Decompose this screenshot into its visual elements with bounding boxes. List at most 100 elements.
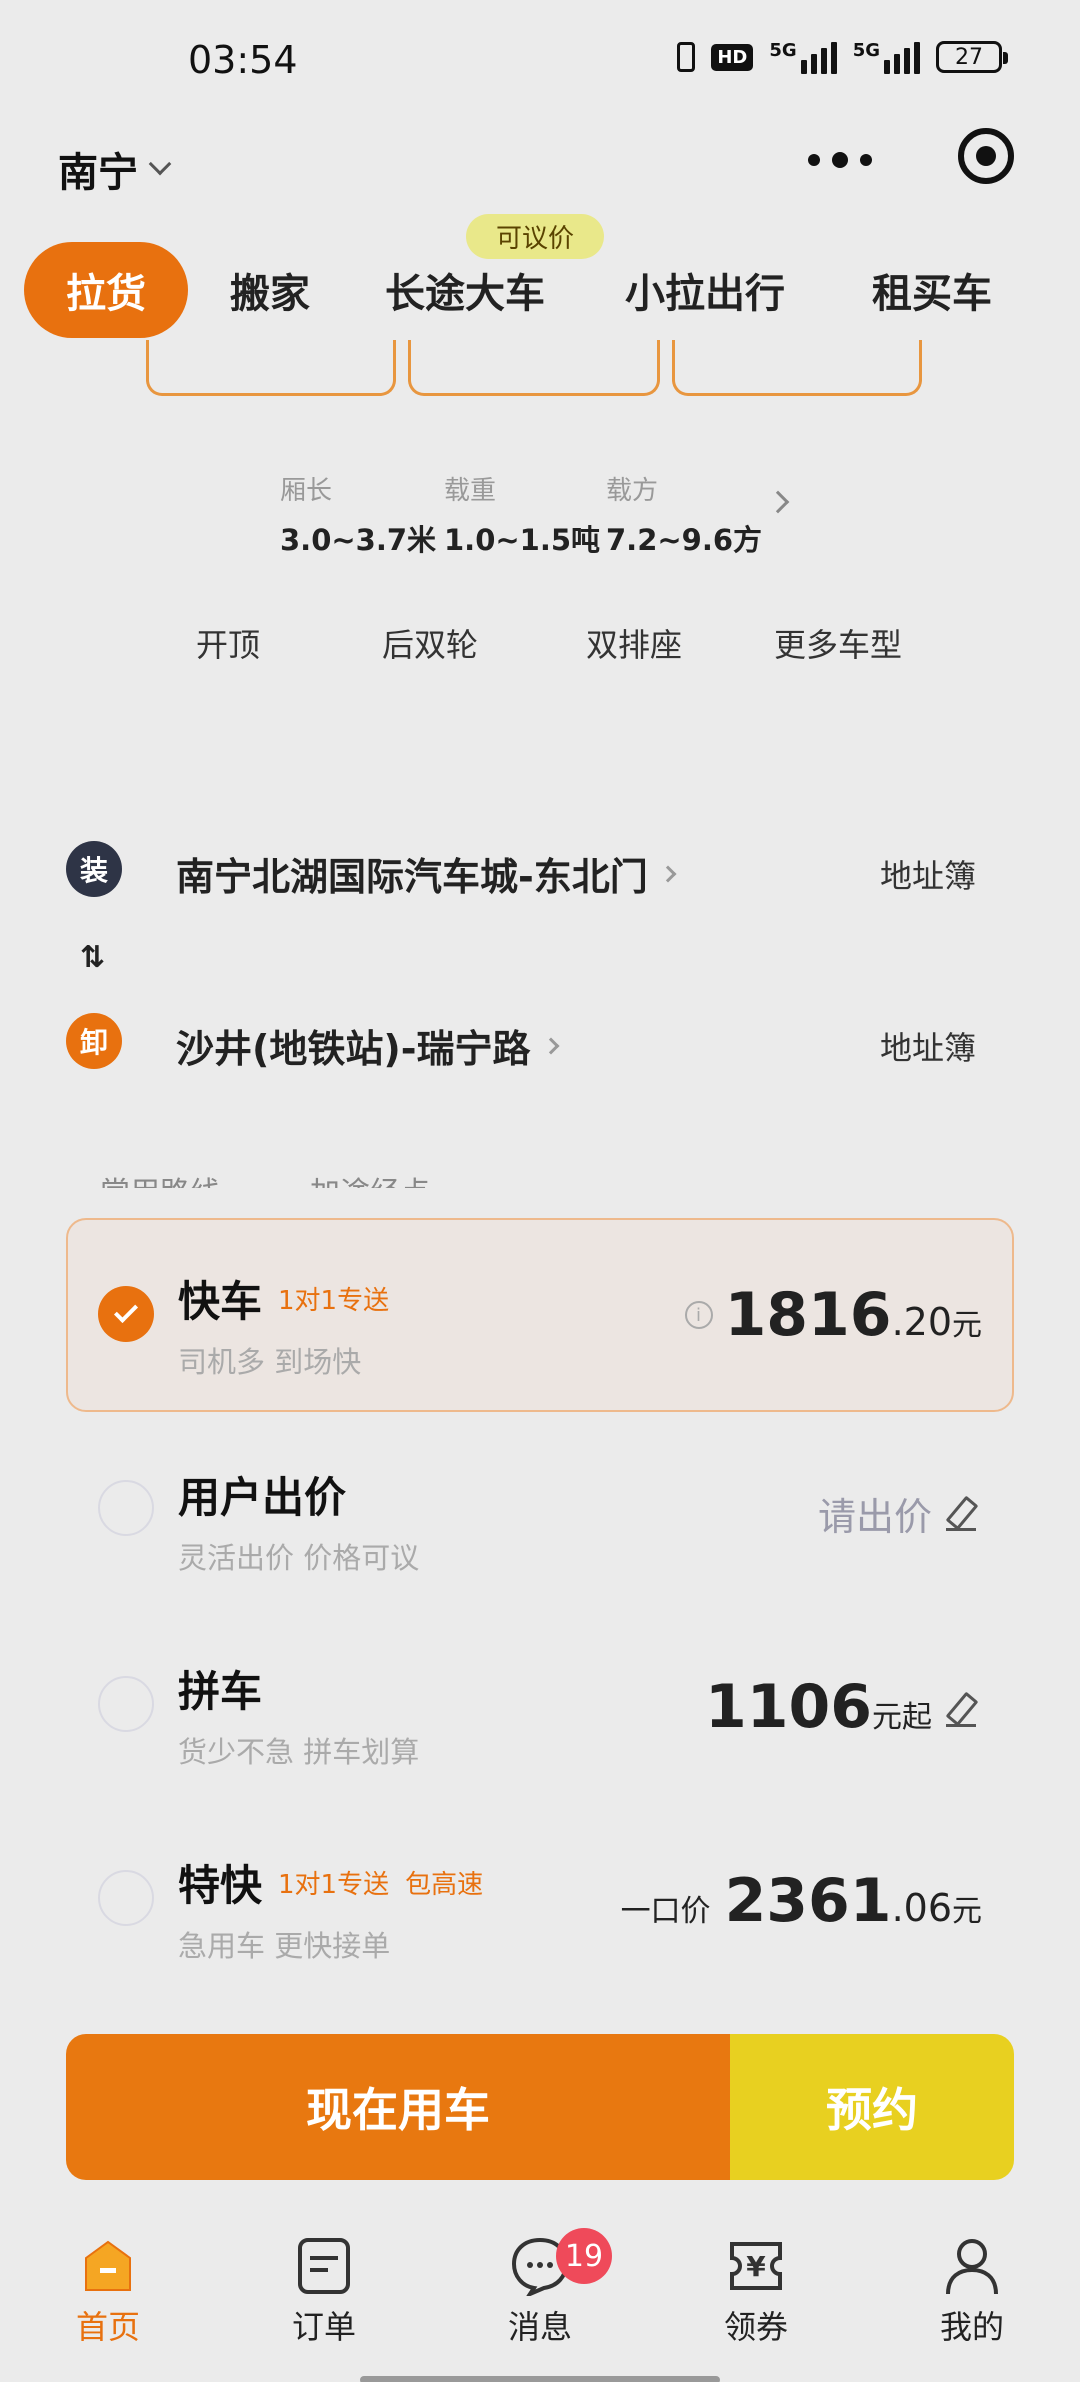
- feature-more-models[interactable]: 更多车型: [774, 620, 902, 666]
- option-super-express-info[interactable]: 特快 1对1专送 包高速 急用车 更快接单: [178, 1852, 483, 1965]
- use-now-button[interactable]: 现在用车: [66, 2034, 730, 2180]
- nav-orders[interactable]: 订单: [254, 2236, 394, 2348]
- hd-icon: HD: [711, 43, 754, 71]
- option-subtitle: 货少不急 拼车划算: [178, 1735, 420, 1769]
- option-subtitle: 司机多 到场快: [178, 1345, 362, 1379]
- route-options-row[interactable]: 常用路线 加途经点: [100, 1168, 430, 1188]
- price-int: 1816: [724, 1280, 892, 1350]
- nav-home[interactable]: 首页: [38, 2236, 178, 2348]
- option-tag: 包高速: [405, 1870, 484, 1900]
- load-address[interactable]: 南宁北湖国际汽车城-东北门: [176, 846, 677, 901]
- nav-label: 消息: [507, 2308, 572, 2346]
- spec-length: 厢长 3.0~3.7米: [280, 470, 436, 559]
- edit-icon: [946, 1693, 976, 1727]
- bargain-tag: 可议价: [466, 214, 605, 259]
- order-icon: [294, 2236, 354, 2296]
- option-title: 用户出价: [178, 1473, 347, 1522]
- chevron-right-icon: [659, 865, 677, 882]
- signal-icon: 5G: [769, 40, 837, 74]
- option-subtitle: 灵活出价 价格可议: [178, 1541, 420, 1575]
- spec-value: 1.0~1.5吨: [444, 523, 601, 557]
- address-book-unload[interactable]: 地址簿: [880, 1023, 976, 1069]
- feature-open-top[interactable]: 开顶: [196, 620, 260, 666]
- option-tag: 1对1专送: [278, 1870, 390, 1900]
- price-unit: 元起: [872, 1700, 932, 1735]
- nav-label: 我的: [939, 2308, 1004, 2346]
- chevron-down-icon: [148, 152, 172, 176]
- option-carpool-info[interactable]: 拼车 货少不急 拼车划算: [178, 1658, 419, 1771]
- bid-action-label: 请出价: [817, 1495, 932, 1539]
- city-label: 南宁: [58, 150, 138, 196]
- address-book-load[interactable]: 地址簿: [880, 851, 976, 897]
- option-title: 拼车: [178, 1667, 263, 1716]
- spec-label: 厢长: [280, 476, 333, 506]
- chevron-right-icon: [542, 1037, 560, 1054]
- signal-icon-2: 5G: [853, 40, 920, 74]
- bid-action[interactable]: 请出价: [818, 1486, 976, 1541]
- price-dec: .20: [891, 1300, 952, 1344]
- nav-label: 领券: [723, 2308, 788, 2346]
- profile-icon: [942, 2236, 1002, 2296]
- more-menu-icon[interactable]: [808, 140, 872, 180]
- load-address-text: 南宁北湖国际汽车城-东北门: [176, 855, 648, 899]
- chevron-right-icon[interactable]: [766, 490, 790, 514]
- nav-label: 首页: [75, 2308, 140, 2346]
- coupon-icon: ¥: [726, 2236, 786, 2296]
- option-carpool-price[interactable]: 1106 元起: [705, 1672, 976, 1742]
- price-dec: .06: [891, 1886, 952, 1930]
- option-subtitle: 急用车 更快接单: [178, 1929, 391, 1963]
- spec-value: 7.2~9.6方: [606, 523, 763, 557]
- unload-address-text: 沙井(地铁站)-瑞宁路: [176, 1027, 531, 1071]
- feature-dual-rear[interactable]: 后双轮: [382, 620, 478, 666]
- edit-icon: [946, 1497, 976, 1531]
- vehicle-card[interactable]: [672, 340, 922, 396]
- option-title: 快车: [178, 1277, 263, 1326]
- home-indicator: [360, 2376, 720, 2382]
- tab-rent-buy[interactable]: 租买车: [832, 242, 1032, 338]
- spec-label: 载重: [444, 476, 497, 506]
- unload-badge: 卸: [66, 1013, 122, 1069]
- option-express-price: i 1816 .20 元: [684, 1280, 982, 1350]
- option-carpool-radio[interactable]: [98, 1676, 154, 1732]
- option-tag: 1对1专送: [278, 1286, 390, 1316]
- city-selector[interactable]: 南宁: [58, 140, 172, 198]
- vehicle-card[interactable]: [146, 340, 396, 396]
- spec-value: 3.0~3.7米: [280, 523, 437, 557]
- option-bid-radio[interactable]: [98, 1480, 154, 1536]
- option-title: 特快: [178, 1861, 263, 1910]
- spec-volume: 载方 7.2~9.6方: [606, 470, 762, 559]
- nav-profile[interactable]: 我的: [902, 2236, 1042, 2348]
- nav-label: 订单: [291, 2308, 356, 2346]
- status-icons: HD 5G 5G 27: [677, 40, 1008, 74]
- status-time: 03:54: [188, 38, 298, 82]
- price-int: 2361: [724, 1866, 892, 1936]
- option-super-express-radio[interactable]: [98, 1870, 154, 1926]
- option-super-express-price: 一口价 2361 .06 元: [621, 1866, 982, 1936]
- info-icon[interactable]: i: [684, 1301, 713, 1329]
- tab-freight[interactable]: 拉货: [24, 242, 188, 338]
- nav-coupons[interactable]: ¥ 领券: [686, 2236, 826, 2348]
- reserve-button[interactable]: 预约: [730, 2034, 1014, 2180]
- close-miniprogram-icon[interactable]: [958, 128, 1014, 184]
- svg-text:¥: ¥: [746, 2250, 766, 2283]
- price-int: 1106: [705, 1672, 872, 1742]
- option-express-info: 快车 1对1专送 司机多 到场快: [178, 1268, 389, 1381]
- price-prefix: 一口价: [620, 1894, 711, 1929]
- unload-address[interactable]: 沙井(地铁站)-瑞宁路: [176, 1018, 560, 1073]
- load-badge: 装: [66, 841, 122, 897]
- spec-label: 载方: [606, 476, 659, 506]
- tab-ride[interactable]: 小拉出行: [578, 242, 832, 338]
- home-icon: [78, 2236, 138, 2296]
- vehicle-card[interactable]: [408, 340, 660, 396]
- feature-double-row[interactable]: 双排座: [586, 620, 682, 666]
- option-bid-info[interactable]: 用户出价 灵活出价 价格可议: [178, 1464, 419, 1577]
- price-unit: 元: [952, 1308, 982, 1343]
- vibrate-icon: [677, 42, 696, 72]
- message-count-badge: 19: [556, 2228, 612, 2284]
- price-unit: 元: [952, 1894, 982, 1929]
- swap-icon[interactable]: ⇅: [80, 940, 105, 975]
- tab-moving[interactable]: 搬家: [188, 242, 352, 338]
- option-express-radio[interactable]: [98, 1286, 154, 1342]
- battery-icon: 27: [936, 41, 1008, 73]
- spec-load: 载重 1.0~1.5吨: [444, 470, 600, 559]
